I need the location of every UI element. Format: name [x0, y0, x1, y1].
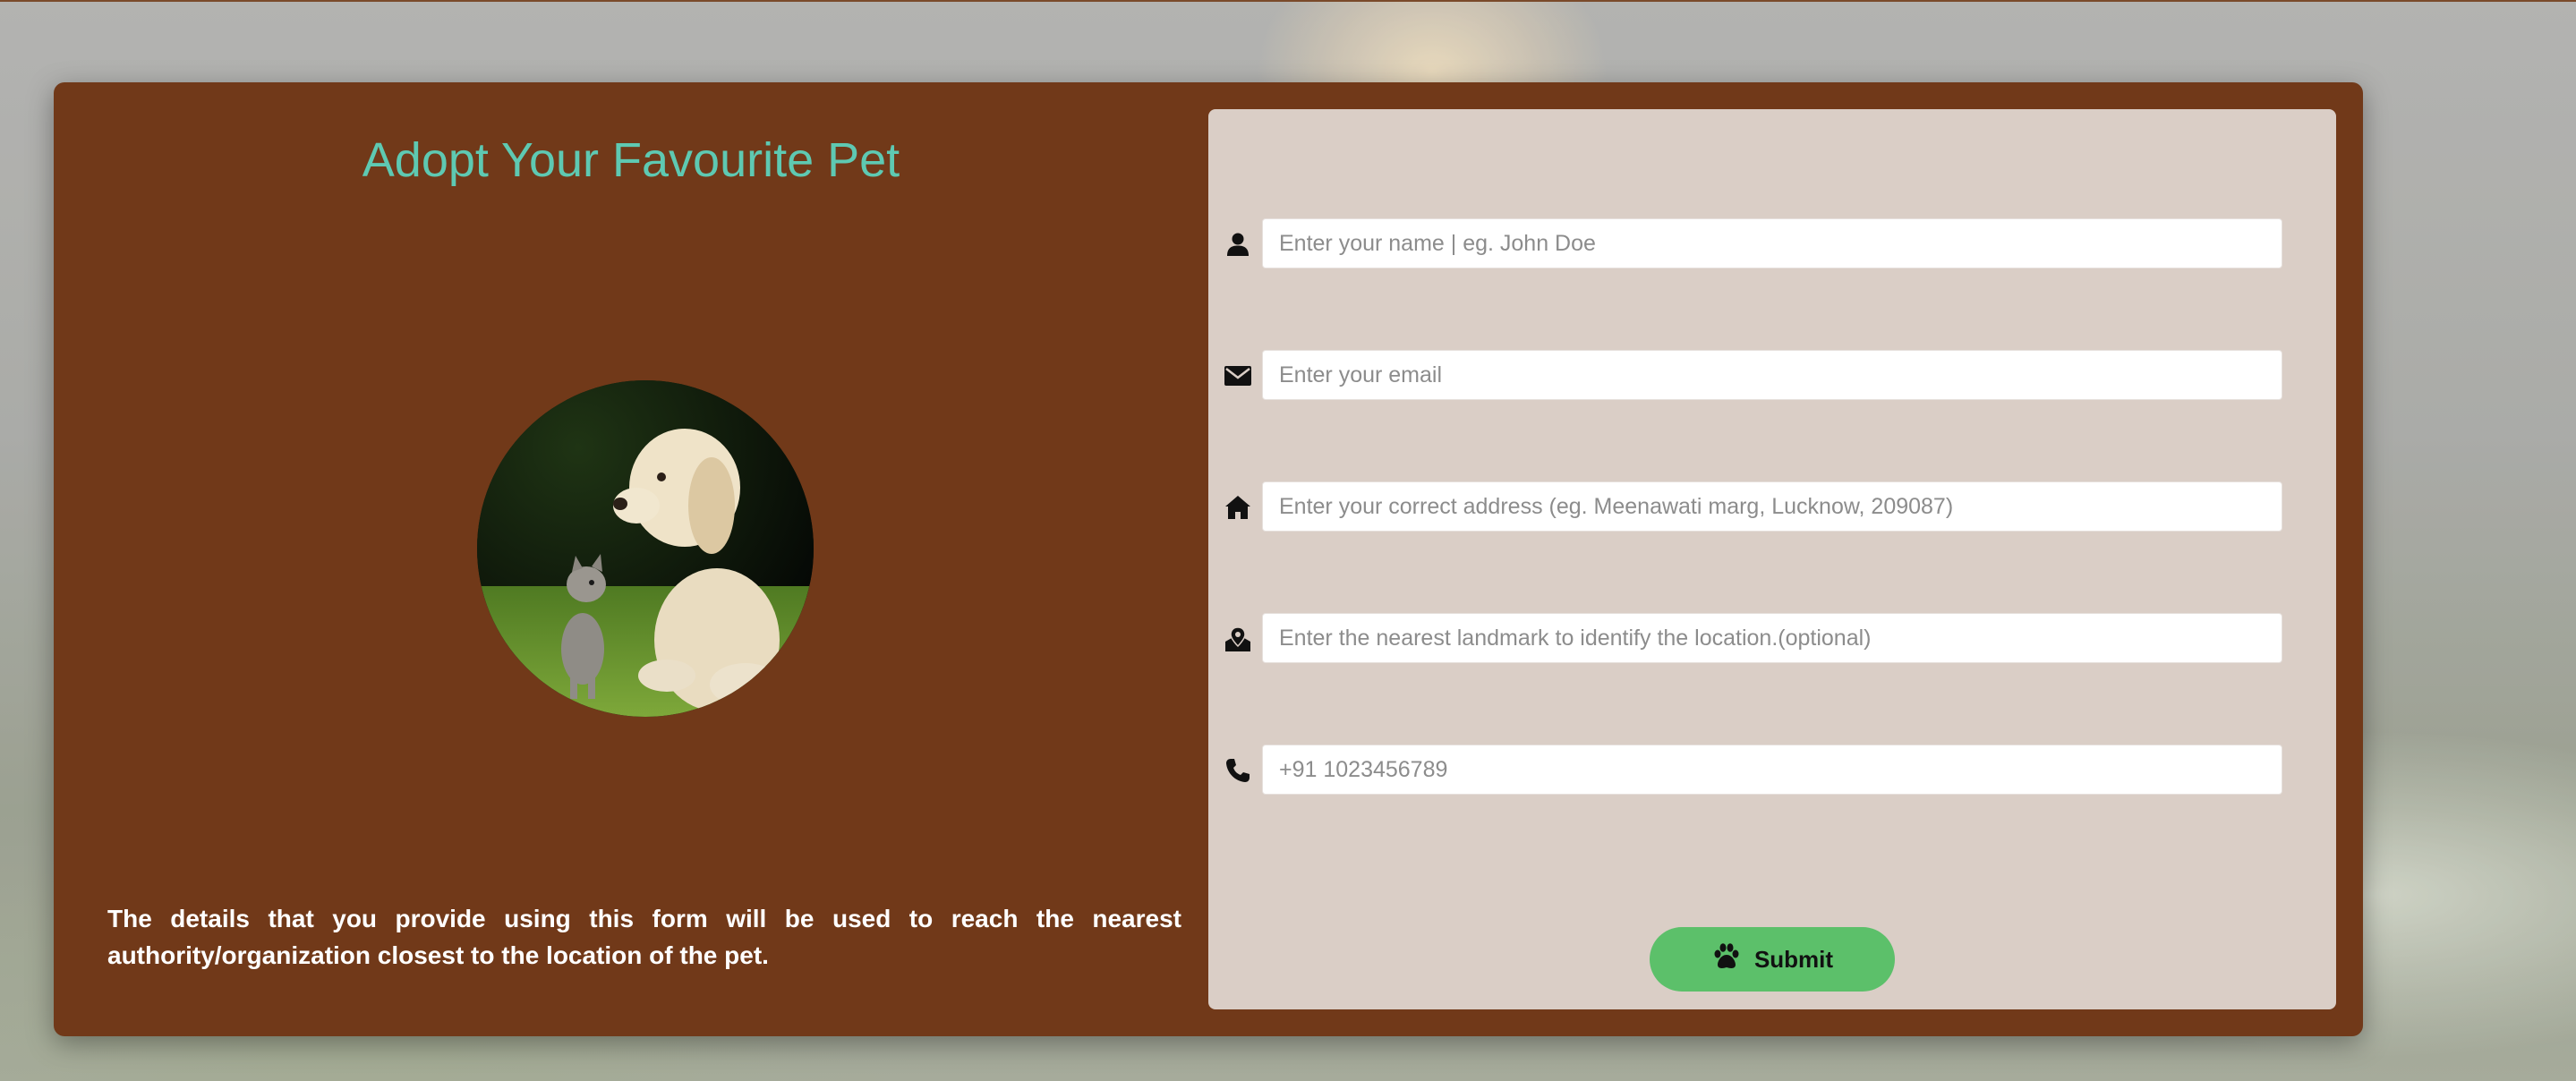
submit-label: Submit: [1753, 945, 1834, 973]
phone-input[interactable]: [1262, 745, 2282, 795]
person-icon: [1223, 229, 1253, 260]
address-input[interactable]: [1262, 481, 2282, 532]
pet-photo: [477, 380, 814, 717]
landmark-field-row: [1208, 613, 2282, 663]
envelope-icon: [1223, 361, 1253, 391]
paw-icon: [1711, 942, 1742, 977]
landmark-input[interactable]: [1262, 613, 2282, 663]
submit-button[interactable]: Submit: [1650, 927, 1895, 992]
top-border: [0, 0, 2576, 2]
address-field-row: [1208, 481, 2282, 532]
email-field-row: [1208, 350, 2282, 400]
page-title: Adopt Your Favourite Pet: [362, 133, 900, 187]
adoption-card: Adopt Your Favourite Pet The details tha…: [54, 82, 2363, 1036]
phone-field-row: [1208, 745, 2282, 795]
phone-icon: [1223, 755, 1253, 786]
home-icon: [1223, 492, 1253, 523]
name-field-row: [1208, 218, 2282, 268]
email-input[interactable]: [1262, 350, 2282, 400]
info-text: The details that you provide using this …: [107, 905, 1181, 969]
pet-illustration: [477, 380, 814, 717]
name-input[interactable]: [1262, 218, 2282, 268]
left-panel: Adopt Your Favourite Pet The details tha…: [54, 82, 1208, 1036]
map-pin-icon: [1223, 624, 1253, 654]
adoption-form: Submit: [1208, 109, 2336, 1009]
